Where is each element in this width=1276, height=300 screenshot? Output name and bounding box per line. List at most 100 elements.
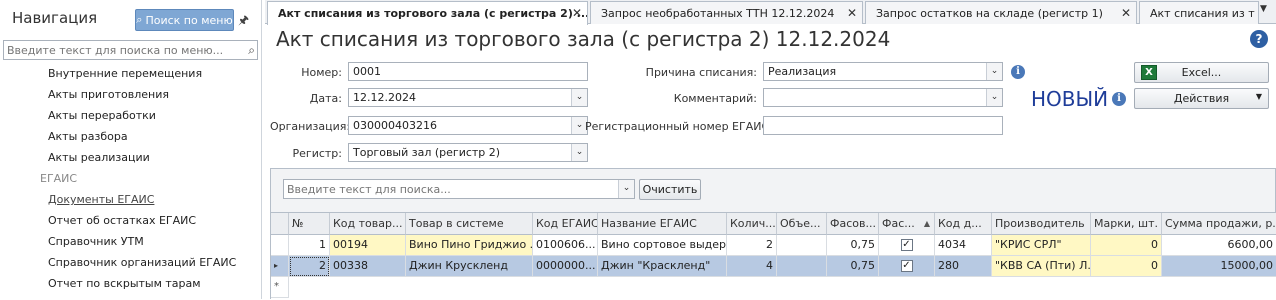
- menu-item-utm-directory[interactable]: Справочник УТМ: [48, 235, 144, 248]
- egais-reg-number-field[interactable]: [763, 116, 1003, 135]
- table-new-row[interactable]: *: [271, 277, 1276, 298]
- column-header[interactable]: Фас... ▲: [879, 213, 935, 235]
- menu-item-internal-transfers[interactable]: Внутренние перемещения: [48, 67, 202, 80]
- column-header[interactable]: Код д...: [935, 213, 992, 235]
- menu-item-egais-stock-report[interactable]: Отчет об остатках ЕГАИС: [48, 214, 196, 227]
- menu-search-field[interactable]: ⌕: [3, 40, 258, 60]
- cell-sum[interactable]: 6600,00: [1162, 235, 1276, 256]
- tab-label: Акт списания из торгового зала (с регист…: [278, 7, 588, 20]
- cell-product-code[interactable]: 00194: [330, 235, 406, 256]
- cell-number[interactable]: 2: [289, 256, 330, 277]
- column-header[interactable]: Код товар...: [330, 213, 406, 235]
- cell-marks[interactable]: 0: [1091, 256, 1162, 277]
- chevron-down-icon[interactable]: ⌄: [986, 63, 1002, 80]
- cell-producer[interactable]: "КВВ СА (Пти) Л...: [992, 256, 1091, 277]
- organization-field[interactable]: 030000403216 ⌄: [348, 116, 588, 135]
- grid-search-field[interactable]: ⌄: [283, 179, 635, 199]
- chevron-down-icon[interactable]: ⌄: [571, 89, 587, 106]
- cell-volume[interactable]: [777, 256, 827, 277]
- actions-button[interactable]: Действия ▼: [1134, 88, 1269, 109]
- menu-item-cooking-acts[interactable]: Акты приготовления: [48, 88, 169, 101]
- menu-group-egais[interactable]: ЕГАИС: [40, 172, 77, 185]
- excel-button[interactable]: X Excel...: [1134, 62, 1269, 83]
- cell-number[interactable]: 1: [289, 235, 330, 256]
- tab-write-off-act-2[interactable]: Акт списания из т: [1139, 1, 1259, 24]
- actions-button-label: Действия: [1173, 92, 1230, 105]
- cell-sum[interactable]: 15000,00: [1162, 256, 1276, 277]
- cell-volume[interactable]: [777, 235, 827, 256]
- menu-item-disassembly-acts[interactable]: Акты разбора: [48, 130, 128, 143]
- info-icon[interactable]: i: [1011, 65, 1025, 79]
- date-field[interactable]: 12.12.2024 ⌄: [348, 88, 588, 107]
- close-icon[interactable]: ✕: [847, 6, 857, 20]
- register-value: Торговый зал (регистр 2): [353, 146, 501, 159]
- column-header[interactable]: Марки, шт.: [1091, 213, 1162, 235]
- cell-pack-size[interactable]: 0,75: [827, 235, 879, 256]
- column-header[interactable]: Код ЕГАИС: [533, 213, 598, 235]
- reason-field[interactable]: Реализация ⌄: [763, 62, 1003, 81]
- comment-field[interactable]: ⌄: [763, 88, 1003, 107]
- cell-egais-name[interactable]: Вино сортовое выдер...: [598, 235, 727, 256]
- menu-item-egais-organizations[interactable]: Справочник организаций ЕГАИС: [48, 256, 236, 269]
- tabs-dropdown-icon[interactable]: ▼: [1260, 4, 1267, 14]
- excel-button-label: Excel...: [1181, 66, 1222, 79]
- info-icon[interactable]: i: [1112, 92, 1126, 106]
- chevron-down-icon[interactable]: ⌄: [986, 89, 1002, 106]
- register-field[interactable]: Торговый зал (регистр 2) ⌄: [348, 143, 588, 162]
- menu-item-egais-documents[interactable]: Документы ЕГАИС: [48, 193, 154, 206]
- close-icon[interactable]: ✕: [1121, 6, 1131, 20]
- table-row[interactable]: ▸ 2 00338 Джин Крускленд 0000000... Джин…: [271, 256, 1276, 277]
- number-label: Номер:: [301, 66, 342, 79]
- cell-kod[interactable]: 4034: [935, 235, 992, 256]
- cell-packed[interactable]: ✓: [879, 235, 935, 256]
- checkbox-checked[interactable]: ✓: [900, 260, 913, 272]
- chevron-down-icon[interactable]: ⌄: [618, 180, 634, 198]
- cell-egais-code[interactable]: 0000000...: [533, 256, 598, 277]
- date-label: Дата:: [309, 92, 342, 105]
- menu-item-processing-acts[interactable]: Акты переработки: [48, 109, 156, 122]
- cell-producer[interactable]: "КРИС СРЛ": [992, 235, 1091, 256]
- column-header[interactable]: Фасов...: [827, 213, 879, 235]
- register-label: Регистр:: [292, 147, 342, 160]
- table-row[interactable]: 1 00194 Вино Пино Гриджио ... 0100606...…: [271, 235, 1276, 256]
- column-header[interactable]: Объе...: [777, 213, 827, 235]
- grid-search-input[interactable]: [284, 180, 614, 198]
- tab-stock-request[interactable]: Запрос остатков на складе (регистр 1) ✕: [865, 1, 1137, 24]
- cell-pack-size[interactable]: 0,75: [827, 256, 879, 277]
- cell-product[interactable]: Джин Крускленд: [406, 256, 533, 277]
- tab-unprocessed-ttn-request[interactable]: Запрос необработанных ТТН 12.12.2024 ✕: [590, 1, 863, 24]
- close-icon[interactable]: ✕: [572, 6, 582, 20]
- checkbox-checked[interactable]: ✓: [900, 239, 913, 251]
- number-field[interactable]: 0001: [348, 62, 588, 81]
- search-icon[interactable]: ⌕: [248, 43, 255, 58]
- organization-value: 030000403216: [353, 119, 437, 132]
- cell-product-code[interactable]: 00338: [330, 256, 406, 277]
- clear-button[interactable]: Очистить: [639, 179, 701, 200]
- cell-kod[interactable]: 280: [935, 256, 992, 277]
- search-icon: ⌕: [136, 13, 143, 26]
- column-header[interactable]: №: [289, 213, 330, 235]
- help-icon[interactable]: ?: [1250, 30, 1268, 48]
- column-header[interactable]: Товар в системе: [406, 213, 533, 235]
- pin-icon[interactable]: 🖈: [238, 11, 249, 32]
- column-header-label: Фас...: [882, 217, 915, 230]
- cell-egais-code[interactable]: 0100606...: [533, 235, 598, 256]
- menu-search-button-label: Поиск по меню: [145, 13, 233, 27]
- cell-quantity[interactable]: 4: [727, 256, 777, 277]
- cell-product[interactable]: Вино Пино Гриджио ...: [406, 235, 533, 256]
- menu-search-button[interactable]: ⌕ Поиск по меню: [135, 9, 234, 31]
- cell-quantity[interactable]: 2: [727, 235, 777, 256]
- cell-marks[interactable]: 0: [1091, 235, 1162, 256]
- menu-item-sales-acts[interactable]: Акты реализации: [48, 151, 150, 164]
- tab-write-off-act[interactable]: Акт списания из торгового зала (с регист…: [267, 1, 588, 25]
- cell-packed[interactable]: ✓: [879, 256, 935, 277]
- column-header[interactable]: Название ЕГАИС: [598, 213, 727, 235]
- cell-egais-name[interactable]: Джин "Краскленд": [598, 256, 727, 277]
- page-title: Акт списания из торгового зала (с регист…: [276, 27, 891, 51]
- column-header[interactable]: Колич...: [727, 213, 777, 235]
- menu-search-input[interactable]: [4, 41, 238, 59]
- column-header[interactable]: Сумма продажи, р.: [1162, 213, 1276, 235]
- menu-item-opened-containers-report[interactable]: Отчет по вскрытым тарам: [48, 277, 201, 290]
- chevron-down-icon[interactable]: ⌄: [571, 144, 587, 161]
- column-header[interactable]: Производитель: [992, 213, 1091, 235]
